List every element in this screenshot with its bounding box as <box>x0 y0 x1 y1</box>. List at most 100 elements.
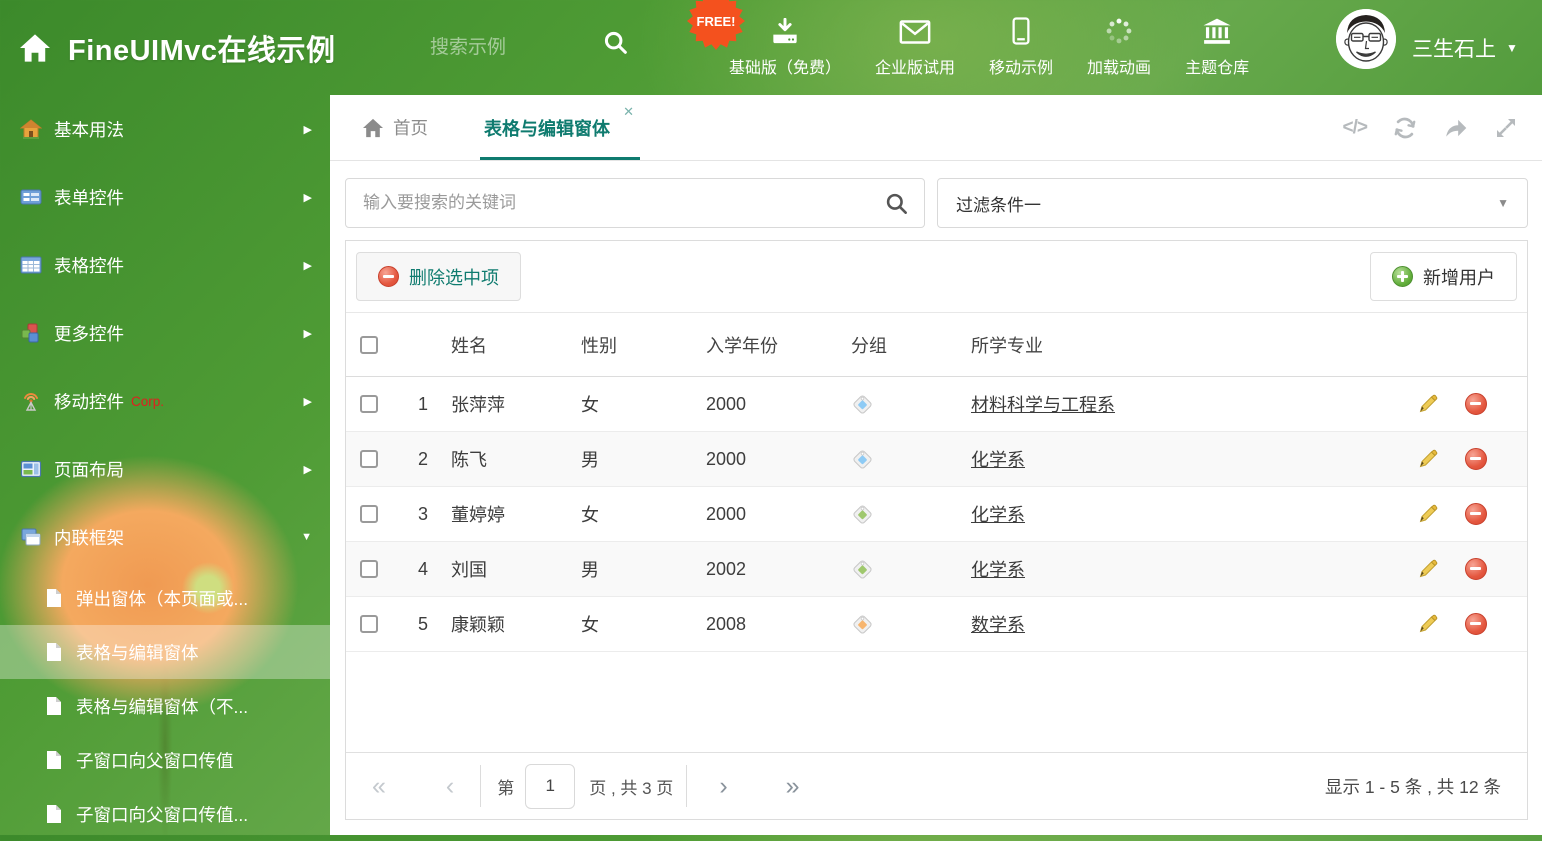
cell-year: 2000 <box>706 393 747 414</box>
tab-toolbar: </> <box>1343 95 1518 161</box>
sidebar-item-label: 页面布局 <box>54 459 124 480</box>
edit-pencil-icon[interactable] <box>1417 503 1439 525</box>
add-user-button[interactable]: 新增用户 <box>1370 252 1517 301</box>
delete-row-icon[interactable] <box>1465 503 1487 525</box>
table-row: 4 刘国 男 2002 化学系 <box>346 542 1527 597</box>
last-page-button[interactable]: » <box>786 773 800 799</box>
file-icon <box>44 642 64 662</box>
edit-pencil-icon[interactable] <box>1417 393 1439 415</box>
sidebar-item-grid-controls[interactable]: 表格控件 ▶ <box>0 231 330 299</box>
sidebar-subitem-grid-edit-window[interactable]: 表格与编辑窗体 <box>0 625 330 679</box>
cell-index: 3 <box>417 503 428 524</box>
nav-theme-store[interactable]: 主题仓库 <box>1168 17 1266 78</box>
delete-selected-button[interactable]: 删除选中项 <box>356 252 521 301</box>
brand[interactable]: FineUIMvc在线示例 <box>18 0 336 95</box>
source-code-icon[interactable]: </> <box>1343 117 1369 139</box>
column-name: 姓名 <box>451 335 487 356</box>
tab-home[interactable]: 首页 <box>362 95 428 160</box>
delete-row-icon[interactable] <box>1465 613 1487 635</box>
delete-row-icon[interactable] <box>1465 448 1487 470</box>
major-link[interactable]: 化学系 <box>971 450 1025 470</box>
search-icon[interactable] <box>884 191 910 217</box>
header-search-input[interactable] <box>430 37 590 59</box>
edit-pencil-icon[interactable] <box>1417 558 1439 580</box>
chevron-right-icon: ▶ <box>303 123 312 136</box>
table-row: 2 陈飞 男 2000 化学系 <box>346 432 1527 487</box>
delete-row-icon[interactable] <box>1465 393 1487 415</box>
sidebar-item-form-controls[interactable]: 表单控件 ▶ <box>0 163 330 231</box>
column-gender: 性别 <box>581 335 617 356</box>
caret-down-icon: ▼ <box>1497 196 1509 210</box>
keyword-search-input[interactable] <box>346 193 924 213</box>
edit-pencil-icon[interactable] <box>1417 613 1439 635</box>
first-page-button[interactable]: « <box>372 773 386 799</box>
sidebar-item-mobile-controls[interactable]: 移动控件 Corp. ▶ <box>0 367 330 435</box>
app-title: FineUIMvc在线示例 <box>68 34 336 67</box>
grid-panel: 删除选中项 新增用户 姓名 性别 入学年份 分组 所学专业 1 张萍萍 女 20… <box>345 240 1528 820</box>
tab-grid-edit-window[interactable]: 表格与编辑窗体 ✕ <box>480 95 640 160</box>
table-row: 3 董婷婷 女 2000 化学系 <box>346 487 1527 542</box>
major-link[interactable]: 化学系 <box>971 560 1025 580</box>
divider <box>686 765 688 807</box>
nav-mobile-demo[interactable]: 移动示例 <box>972 17 1070 78</box>
refresh-icon[interactable] <box>1392 115 1418 141</box>
cell-name: 刘国 <box>451 560 487 580</box>
chevron-right-icon: ▶ <box>303 395 312 408</box>
tab-bar: 首页 表格与编辑窗体 ✕ </> <box>330 95 1542 161</box>
nav-enterprise-trial[interactable]: 企业版试用 <box>858 17 972 78</box>
sidebar: 基本用法 ▶ 表单控件 ▶ 表格控件 ▶ 更多控件 ▶ 移动控件 Corp. ▶ <box>0 95 330 835</box>
corp-badge: Corp. <box>131 393 165 409</box>
nav-basic-edition[interactable]: 基础版（免费） <box>712 17 858 78</box>
next-page-button[interactable]: › <box>719 773 727 799</box>
open-new-window-icon[interactable] <box>1443 115 1469 141</box>
top-nav: 基础版（免费） 企业版试用 移动示例 加载动画 主题仓库 <box>712 0 1266 95</box>
sidebar-item-page-layout[interactable]: 页面布局 ▶ <box>0 435 330 503</box>
maximize-icon[interactable] <box>1494 116 1518 140</box>
header-search-icon[interactable] <box>602 29 630 57</box>
sidebar-item-label: 基本用法 <box>54 119 124 140</box>
sidebar-subitem-grid-edit-window-2[interactable]: 表格与编辑窗体（不... <box>0 679 330 733</box>
chevron-right-icon: ▶ <box>303 191 312 204</box>
nav-loading-animation[interactable]: 加载动画 <box>1070 17 1168 78</box>
sidebar-subitem-child-to-parent-2[interactable]: 子窗口向父窗口传值... <box>0 787 330 841</box>
sidebar-item-inline-frame[interactable]: 内联框架 ▼ <box>0 503 330 571</box>
username: 三生石上 <box>1412 37 1496 61</box>
sidebar-subitem-child-to-parent[interactable]: 子窗口向父窗口传值 <box>0 733 330 787</box>
row-checkbox[interactable] <box>359 395 378 413</box>
tag-icon <box>851 613 874 636</box>
column-major: 所学专业 <box>971 335 1043 356</box>
filter-dropdown[interactable]: 过滤条件一 ▼ <box>937 178 1528 228</box>
row-checkbox[interactable] <box>359 505 378 523</box>
cell-gender: 女 <box>581 505 599 525</box>
home-icon <box>362 118 384 138</box>
sidebar-subitem-popup-window[interactable]: 弹出窗体（本页面或... <box>0 571 330 625</box>
edit-pencil-icon[interactable] <box>1417 448 1439 470</box>
row-checkbox[interactable] <box>359 560 378 578</box>
cell-year: 2008 <box>706 613 747 634</box>
major-link[interactable]: 化学系 <box>971 505 1025 525</box>
row-checkbox[interactable] <box>359 450 378 468</box>
major-link[interactable]: 材料科学与工程系 <box>971 395 1115 415</box>
close-icon[interactable]: ✕ <box>623 104 634 120</box>
prev-page-button[interactable]: ‹ <box>446 773 454 799</box>
filter-dropdown-value: 过滤条件一 <box>956 195 1041 215</box>
cell-year: 2000 <box>706 448 747 469</box>
page-number-input[interactable] <box>525 763 576 809</box>
sidebar-item-basic-usage[interactable]: 基本用法 ▶ <box>0 95 330 163</box>
user-menu[interactable]: 三生石上 ▼ <box>1412 0 1518 95</box>
page-prefix: 第 <box>497 778 515 798</box>
cell-index: 1 <box>417 393 428 414</box>
chevron-right-icon: ▶ <box>303 327 312 340</box>
avatar[interactable] <box>1336 9 1396 69</box>
frames-icon <box>20 526 42 548</box>
tag-icon <box>851 558 874 581</box>
major-link[interactable]: 数学系 <box>971 615 1025 635</box>
top-header: FineUIMvc在线示例 FREE! 基础版（免费） 企业版试用 移动示例 <box>0 0 1542 95</box>
delete-row-icon[interactable] <box>1465 558 1487 580</box>
row-checkbox[interactable] <box>359 615 378 633</box>
sidebar-item-more-controls[interactable]: 更多控件 ▶ <box>0 299 330 367</box>
grid-toolbar: 删除选中项 新增用户 <box>346 241 1527 313</box>
table-row: 5 康颖颖 女 2008 数学系 <box>346 597 1527 652</box>
select-all-checkbox[interactable] <box>359 335 378 354</box>
caret-down-icon: ▼ <box>301 531 312 543</box>
